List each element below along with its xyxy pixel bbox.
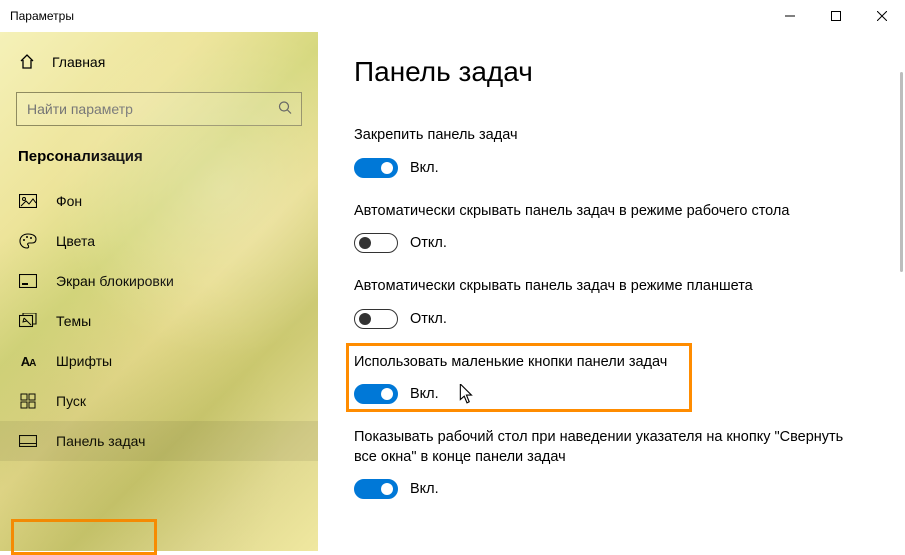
search-input[interactable] xyxy=(16,92,302,126)
toggle-state-label: Откл. xyxy=(410,235,447,251)
setting-row: Использовать маленькие кнопки панели зад… xyxy=(354,353,854,405)
setting-label: Показывать рабочий стол при наведении ук… xyxy=(354,428,854,467)
nav-item-label: Цвета xyxy=(56,233,95,249)
fonts-icon: AA xyxy=(18,354,38,369)
page-title: Панель задач xyxy=(354,56,869,88)
toggle-state-label: Вкл. xyxy=(410,160,439,176)
nav-item-lockscreen[interactable]: Экран блокировки xyxy=(0,261,318,301)
start-icon xyxy=(18,393,38,409)
maximize-button[interactable] xyxy=(813,0,859,32)
nav-item-themes[interactable]: Темы xyxy=(0,301,318,341)
toggle-switch[interactable] xyxy=(354,479,398,499)
nav-item-colors[interactable]: Цвета xyxy=(0,221,318,261)
scrollbar[interactable] xyxy=(900,72,903,272)
content-area: Панель задач Закрепить панель задач Вкл. А… xyxy=(318,32,905,551)
nav-home-label: Главная xyxy=(52,54,105,70)
toggle-row: Вкл. xyxy=(354,384,854,404)
nav-item-background[interactable]: Фон xyxy=(0,181,318,221)
picture-icon xyxy=(18,194,38,208)
close-button[interactable] xyxy=(859,0,905,32)
setting-label: Автоматически скрывать панель задач в ре… xyxy=(354,202,854,222)
setting-label: Использовать маленькие кнопки панели зад… xyxy=(354,353,854,373)
minimize-button[interactable] xyxy=(767,0,813,32)
setting-row: Закрепить панель задач Вкл. xyxy=(354,126,854,178)
search-wrap xyxy=(16,92,302,126)
nav-item-label: Пуск xyxy=(56,393,86,409)
taskbar-icon xyxy=(18,435,38,447)
setting-label: Автоматически скрывать панель задач в ре… xyxy=(354,277,854,297)
toggle-state-label: Вкл. xyxy=(410,386,439,402)
nav-highlight-box xyxy=(11,519,157,555)
palette-icon xyxy=(18,233,38,249)
category-title: Персонализация xyxy=(0,144,318,181)
toggle-row: Вкл. xyxy=(354,158,854,178)
toggle-state-label: Вкл. xyxy=(410,481,439,497)
setting-row: Автоматически скрывать панель задач в ре… xyxy=(354,202,854,254)
setting-row: Автоматически скрывать панель задач в ре… xyxy=(354,277,854,329)
toggle-switch[interactable] xyxy=(354,233,398,253)
themes-icon xyxy=(18,313,38,329)
setting-label: Закрепить панель задач xyxy=(354,126,854,146)
nav-item-label: Шрифты xyxy=(56,353,112,369)
nav-item-taskbar[interactable]: Панель задач xyxy=(0,421,318,461)
nav-home[interactable]: Главная xyxy=(0,44,318,80)
nav-item-label: Панель задач xyxy=(56,433,145,449)
toggle-switch[interactable] xyxy=(354,384,398,404)
nav-item-label: Экран блокировки xyxy=(56,273,174,289)
setting-row: Показывать рабочий стол при наведении ук… xyxy=(354,428,854,499)
nav-item-label: Темы xyxy=(56,313,91,329)
toggle-switch[interactable] xyxy=(354,309,398,329)
nav-item-fonts[interactable]: AA Шрифты xyxy=(0,341,318,381)
home-icon xyxy=(18,54,36,70)
nav-item-start[interactable]: Пуск xyxy=(0,381,318,421)
lockscreen-icon xyxy=(18,274,38,288)
toggle-state-label: Откл. xyxy=(410,311,447,327)
toggle-row: Откл. xyxy=(354,233,854,253)
nav-item-label: Фон xyxy=(56,193,82,209)
titlebar: Параметры xyxy=(0,0,905,32)
window-controls xyxy=(767,0,905,32)
window-title: Параметры xyxy=(0,9,74,23)
toggle-row: Вкл. xyxy=(354,479,854,499)
sidebar: Главная Персонализация Фон Цвета Э xyxy=(0,32,318,551)
toggle-switch[interactable] xyxy=(354,158,398,178)
toggle-row: Откл. xyxy=(354,309,854,329)
search-icon xyxy=(278,101,292,118)
